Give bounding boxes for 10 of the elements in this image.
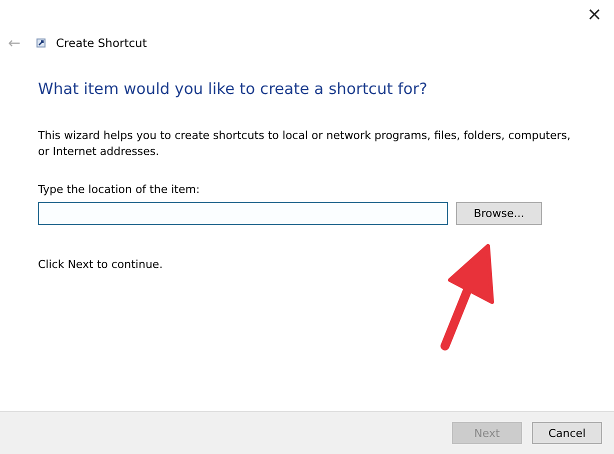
- close-button[interactable]: ×: [582, 6, 606, 28]
- description-text: This wizard helps you to create shortcuts to local or network programs, files, folders, computers, or Internet addresses.: [38, 128, 572, 160]
- location-field[interactable]: [38, 202, 448, 225]
- wizard-heading: What item would you like to create a shortcut for?: [38, 80, 428, 98]
- hint-text: Click Next to continue.: [38, 258, 164, 271]
- shortcut-icon: [36, 38, 46, 48]
- cancel-button[interactable]: Cancel: [532, 422, 602, 444]
- browse-button[interactable]: Browse...: [456, 202, 542, 225]
- location-label: Type the location of the item:: [38, 183, 201, 196]
- window-title: Create Shortcut: [56, 36, 147, 50]
